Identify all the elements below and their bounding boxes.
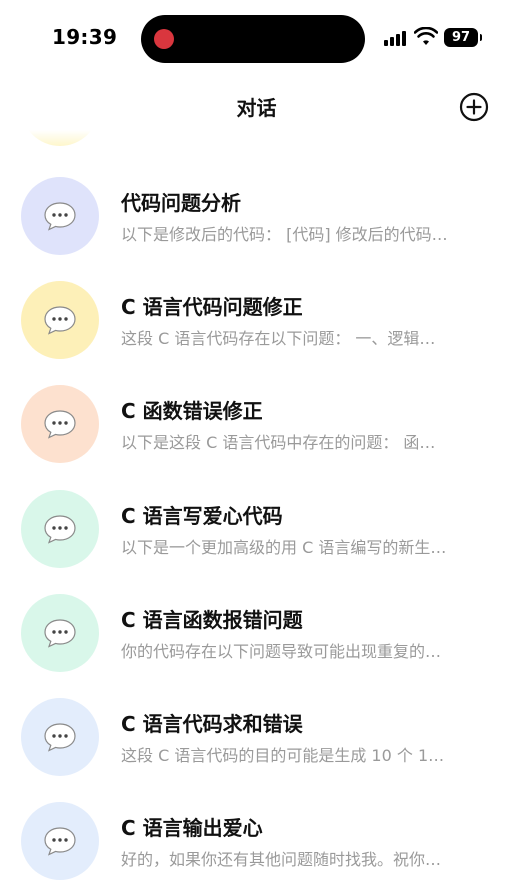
conversation-preview: 你的代码存在以下问题导致可能出现重复的… [121,642,442,661]
list-item[interactable]: C 语言代码求和错误 这段 C 语言代码的目的可能是生成 10 个 1… [0,698,513,802]
list-top-fade [0,130,513,152]
conversation-title: C 语言函数报错问题 [121,608,303,632]
conversation-preview: 好的，如果你还有其他问题随时找我。祝你… [121,850,442,869]
cellular-signal-icon [384,30,410,46]
chat-bubble-icon [44,202,76,231]
conversation-list[interactable]: 代码问题分析 以下是修改后的代码： [代码] 修改后的代码… C 语言代码问题修… [0,130,513,889]
conversation-title: C 语言输出爱心 [121,816,263,840]
avatar [21,385,99,463]
list-item[interactable]: 代码问题分析 以下是修改后的代码： [代码] 修改后的代码… [0,177,513,281]
avatar [21,490,99,568]
chat-bubble-icon [44,410,76,439]
nav-header: 对话 [0,82,513,130]
list-item[interactable]: C 语言写爱心代码 以下是一个更加高级的用 C 语言编写的新生… [0,490,513,594]
conversation-title: C 语言写爱心代码 [121,504,283,528]
list-item[interactable]: C 语言函数报错问题 你的代码存在以下问题导致可能出现重复的… [0,594,513,698]
conversation-preview: 这段 C 语言代码的目的可能是生成 10 个 1… [121,746,445,765]
chat-bubble-icon [44,619,76,648]
status-bar: 19:39 97 [0,0,513,78]
avatar [21,594,99,672]
list-item[interactable]: C 语言代码问题修正 这段 C 语言代码存在以下问题： 一、逻辑… [0,281,513,385]
conversation-preview: 以下是修改后的代码： [代码] 修改后的代码… [121,225,448,244]
list-item[interactable]: C 语言输出爱心 好的，如果你还有其他问题随时找我。祝你… [0,802,513,889]
avatar [21,177,99,255]
conversation-title: C 语言代码求和错误 [121,712,303,736]
recording-indicator-icon [154,29,174,49]
conversation-preview: 以下是这段 C 语言代码中存在的问题： 函… [121,433,436,452]
conversation-preview: 这段 C 语言代码存在以下问题： 一、逻辑… [121,329,436,348]
list-item[interactable]: C 函数错误修正 以下是这段 C 语言代码中存在的问题： 函… [0,385,513,489]
avatar [21,698,99,776]
conversation-preview: 以下是一个更加高级的用 C 语言编写的新生… [121,538,447,557]
avatar [21,281,99,359]
status-time: 19:39 [52,25,118,49]
chat-bubble-icon [44,306,76,335]
dynamic-island [141,15,365,63]
chat-bubble-icon [44,515,76,544]
battery-indicator: 97 [444,28,482,47]
avatar [21,802,99,880]
new-chat-button[interactable] [459,92,489,122]
chat-bubble-icon [44,723,76,752]
conversation-title: C 语言代码问题修正 [121,295,303,319]
chat-bubble-icon [44,827,76,856]
page-title: 对话 [236,96,277,120]
wifi-icon [414,27,438,45]
conversation-title: 代码问题分析 [121,191,241,215]
conversation-title: C 函数错误修正 [121,399,263,423]
